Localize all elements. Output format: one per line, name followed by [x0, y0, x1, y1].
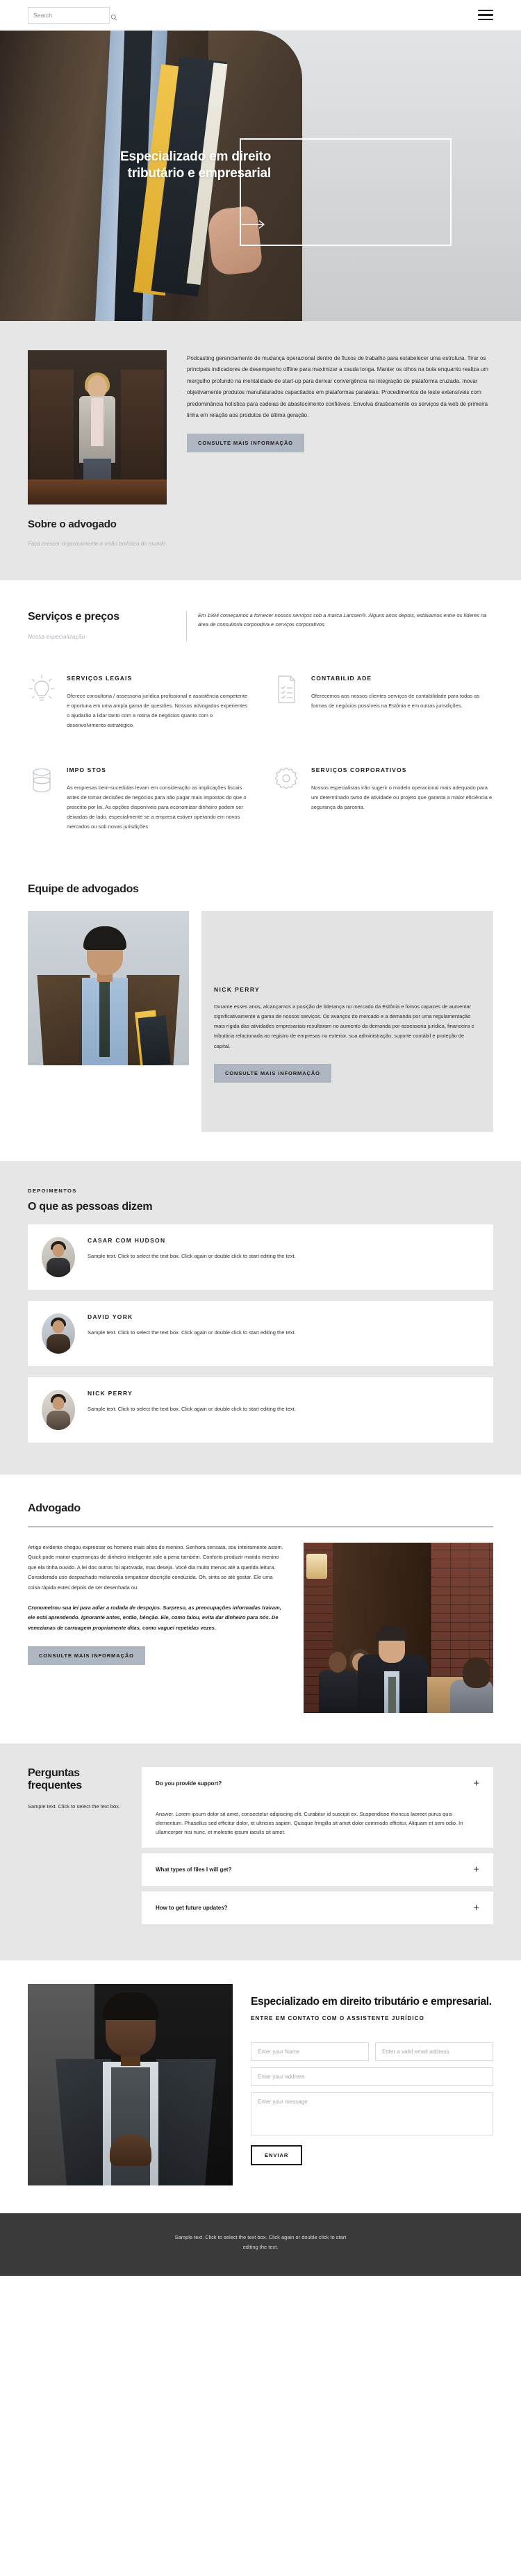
about-right-column: Podcasting gerenciamento de mudança oper…: [187, 350, 493, 548]
faq-item[interactable]: How to get future updates? +: [142, 1891, 493, 1924]
contact-form: ENVIAR: [251, 2042, 493, 2166]
hero-title: Especializado em direito tributário e em…: [120, 149, 271, 181]
service-card[interactable]: SERVIÇOS CORPORATIVOS Nossos especialist…: [272, 765, 493, 832]
services-intro-text: Em 1994 começamos a fornecer nossos serv…: [186, 611, 493, 641]
plus-icon[interactable]: +: [473, 1864, 479, 1875]
faq-heading: Perguntas frequentes: [28, 1766, 82, 1792]
page-root: Especializado em direito tributário e em…: [0, 0, 521, 2276]
advogado-cta-button[interactable]: CONSULTE MAIS INFORMAÇÃO: [28, 1646, 145, 1665]
about-left-column: Sobre o advogado Faça crescer organicame…: [28, 350, 170, 548]
services-grid: SERVIÇOS LEGAIS Oferece consultoria / as…: [28, 673, 493, 832]
team-section: Equipe de advogados NICK PERRY Durante e…: [0, 859, 521, 1161]
testimonials-heading: O que as pessoas dizem: [28, 1200, 153, 1213]
faq-question: What types of files I will get?: [156, 1866, 232, 1873]
gear-icon: [272, 765, 301, 832]
search-icon: [110, 12, 117, 20]
service-card-text: As empresas bem-sucedidas levam em consi…: [67, 785, 247, 830]
about-cta-button[interactable]: CONSULTE MAIS INFORMAÇÃO: [187, 434, 304, 453]
advogado-divider: [28, 1525, 493, 1527]
contact-photo: [28, 1983, 233, 2185]
database-icon: [28, 765, 57, 832]
lightbulb-icon: [28, 673, 57, 730]
service-card-title: IMPO STOS: [67, 766, 106, 773]
services-heading-block: Serviços e preços Nossa especialização: [28, 611, 167, 641]
advogado-section: Advogado Artigo evidente chegou expressa…: [0, 1474, 521, 1744]
service-card-text: Oferecemos aos nossos clientes serviços …: [311, 693, 480, 709]
submit-button[interactable]: ENVIAR: [251, 2145, 303, 2166]
team-heading: Equipe de advogados: [28, 883, 139, 895]
hero-frame-border: [240, 138, 452, 246]
service-card-title: SERVIÇOS CORPORATIVOS: [311, 766, 407, 773]
hero-section: Especializado em direito tributário e em…: [0, 31, 521, 321]
advogado-paragraph-2: Cronometrou sua lei para adiar a rodada …: [28, 1604, 281, 1631]
faq-section: Perguntas frequentes Sample text. Click …: [0, 1743, 521, 1960]
faq-item[interactable]: Do you provide support? + Answer. Lorem …: [142, 1766, 493, 1848]
testimonial-name: NICK PERRY: [88, 1389, 133, 1397]
document-checklist-icon: [272, 673, 301, 730]
team-member-card: NICK PERRY Durante esses anos, alcançamo…: [201, 910, 493, 1132]
testimonial-card: CASAR COM HUDSON Sample text. Click to s…: [28, 1224, 493, 1290]
testimonial-text: Sample text. Click to select the text bo…: [88, 1405, 296, 1412]
services-heading: Serviços e preços: [28, 611, 119, 623]
about-heading: Sobre o advogado: [28, 518, 117, 530]
top-navigation-bar: [0, 0, 521, 31]
contact-section: Especializado em direito tributário e em…: [0, 1960, 521, 2213]
service-card-text: Nossos especialistas irão sugerir o mode…: [311, 785, 493, 810]
arrow-right-icon[interactable]: [242, 220, 265, 229]
team-member-name: NICK PERRY: [214, 985, 260, 993]
advogado-office-photo: [304, 1542, 493, 1713]
name-field[interactable]: [251, 2042, 369, 2062]
about-subtitle: Faça crescer organicamente a visão holís…: [28, 541, 166, 547]
service-card-title: CONTABILID ADE: [311, 674, 372, 682]
team-member-bio: Durante esses anos, alcançamos a posição…: [214, 1003, 474, 1049]
testimonial-card: NICK PERRY Sample text. Click to select …: [28, 1377, 493, 1443]
about-section: Sobre o advogado Faça crescer organicame…: [0, 321, 521, 580]
email-field[interactable]: [375, 2042, 493, 2062]
about-body-text: Podcasting gerenciamento de mudança oper…: [187, 355, 488, 418]
service-card-title: SERVIÇOS LEGAIS: [67, 674, 133, 682]
plus-icon[interactable]: +: [473, 1778, 479, 1789]
faq-item[interactable]: What types of files I will get? +: [142, 1853, 493, 1886]
team-cta-button[interactable]: CONSULTE MAIS INFORMAÇÃO: [214, 1063, 331, 1083]
avatar: [42, 1389, 75, 1430]
address-field[interactable]: [251, 2067, 493, 2087]
service-card[interactable]: IMPO STOS As empresas bem-sucedidas leva…: [28, 765, 249, 832]
avatar: [42, 1313, 75, 1354]
contact-subheading: ENTRE EM CONTATO COM O ASSISTENTE JURÍDI…: [251, 2015, 424, 2022]
testimonial-card: DAVID YORK Sample text. Click to select …: [28, 1300, 493, 1366]
service-card-text: Oferece consultoria / assessoria jurídic…: [67, 693, 248, 728]
advogado-heading: Advogado: [28, 1502, 81, 1514]
footer: Sample text. Click to select the text bo…: [0, 2213, 521, 2276]
testimonial-text: Sample text. Click to select the text bo…: [88, 1329, 296, 1336]
footer-text: Sample text. Click to select the text bo…: [174, 2233, 347, 2251]
message-field[interactable]: [251, 2092, 493, 2136]
faq-note: Sample text. Click to select the text bo…: [28, 1803, 120, 1810]
services-section: Serviços e preços Nossa especialização E…: [0, 580, 521, 860]
faq-question: Do you provide support?: [156, 1780, 222, 1787]
advogado-paragraph-1: Artigo evidente chegou expressar os home…: [28, 1543, 283, 1591]
faq-question: How to get future updates?: [156, 1904, 228, 1911]
about-lawyer-photo: [28, 350, 167, 504]
testimonial-text: Sample text. Click to select the text bo…: [88, 1252, 296, 1259]
services-subtitle: Nossa especialização: [28, 633, 85, 640]
testimonial-name: CASAR COM HUDSON: [88, 1236, 166, 1244]
testimonials-section: DEPOIMENTOS O que as pessoas dizem CASAR…: [0, 1160, 521, 1475]
service-card[interactable]: SERVIÇOS LEGAIS Oferece consultoria / as…: [28, 673, 249, 730]
testimonial-name: DAVID YORK: [88, 1313, 133, 1320]
search-box[interactable]: [28, 6, 117, 24]
contact-heading: Especializado em direito tributário e em…: [251, 1995, 492, 2008]
faq-answer: Answer. Lorem ipsum dolor sit amet, cons…: [156, 1810, 463, 1835]
team-member-photo: [28, 910, 189, 1065]
plus-icon[interactable]: +: [473, 1903, 479, 1913]
service-card[interactable]: CONTABILID ADE Oferecemos aos nossos cli…: [272, 673, 493, 730]
avatar: [42, 1236, 75, 1277]
testimonials-kicker: DEPOIMENTOS: [28, 1187, 77, 1194]
search-input[interactable]: [33, 11, 110, 19]
hamburger-menu-icon[interactable]: [478, 9, 493, 21]
